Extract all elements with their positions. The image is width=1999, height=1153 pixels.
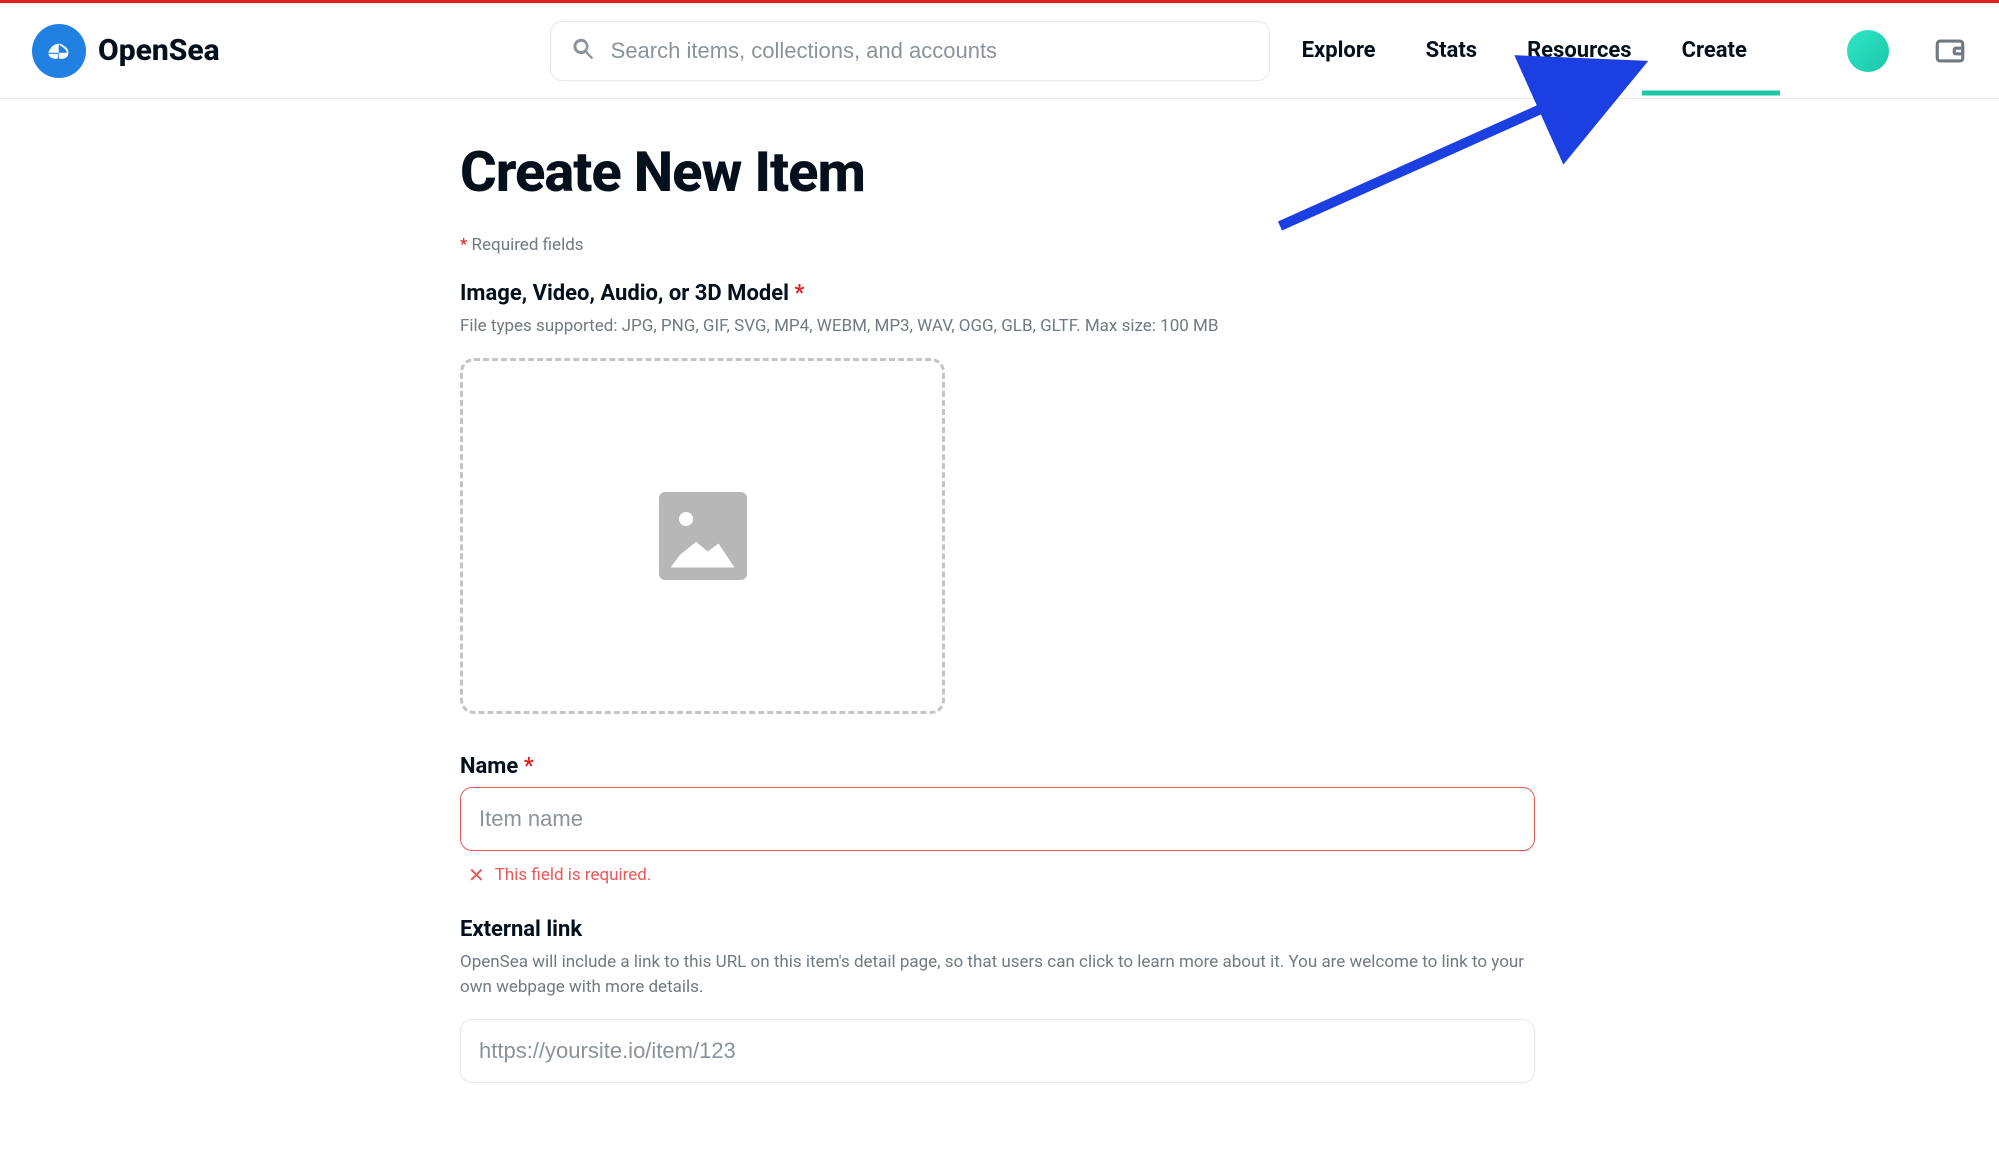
name-error-text: This field is required. bbox=[495, 865, 652, 885]
asterisk-icon: * bbox=[460, 235, 467, 255]
image-placeholder-icon bbox=[659, 492, 747, 580]
name-section: Name * ✕ This field is required. bbox=[460, 754, 1535, 887]
name-error-row: ✕ This field is required. bbox=[460, 863, 1535, 887]
nav-stats[interactable]: Stats bbox=[1426, 38, 1478, 63]
external-link-help: OpenSea will include a link to this URL … bbox=[460, 950, 1535, 1001]
asterisk-icon: * bbox=[524, 754, 534, 779]
nav-explore[interactable]: Explore bbox=[1302, 38, 1376, 63]
external-link-label: External link bbox=[460, 917, 1535, 942]
search-icon bbox=[571, 36, 597, 66]
nav-resources[interactable]: Resources bbox=[1527, 38, 1632, 63]
name-input[interactable] bbox=[460, 787, 1535, 851]
upload-dropzone[interactable] bbox=[460, 358, 945, 714]
opensea-logo-icon bbox=[32, 24, 86, 78]
avatar[interactable] bbox=[1847, 30, 1889, 72]
header-right-actions bbox=[1847, 30, 1967, 72]
brand-name: OpenSea bbox=[98, 33, 220, 68]
error-x-icon: ✕ bbox=[468, 863, 485, 887]
external-link-section: External link OpenSea will include a lin… bbox=[460, 917, 1535, 1083]
external-link-input[interactable] bbox=[460, 1019, 1535, 1083]
upload-help-text: File types supported: JPG, PNG, GIF, SVG… bbox=[460, 314, 1535, 340]
page-title: Create New Item bbox=[460, 139, 1535, 205]
search-input[interactable] bbox=[611, 38, 1249, 64]
required-fields-note: * Required fields bbox=[460, 235, 1535, 255]
asterisk-icon: * bbox=[794, 281, 804, 306]
name-label: Name * bbox=[460, 754, 1535, 779]
search-bar[interactable] bbox=[550, 21, 1270, 81]
main-header: OpenSea Explore Stats Resources Create bbox=[0, 3, 1999, 99]
upload-section: Image, Video, Audio, or 3D Model * File … bbox=[460, 281, 1535, 714]
upload-label: Image, Video, Audio, or 3D Model * bbox=[460, 281, 1535, 306]
main-nav: Explore Stats Resources Create bbox=[1302, 38, 1747, 63]
nav-create[interactable]: Create bbox=[1682, 38, 1747, 63]
brand-logo[interactable]: OpenSea bbox=[32, 24, 220, 78]
main-content: Create New Item * Required fields Image,… bbox=[460, 99, 1535, 1153]
required-fields-text: Required fields bbox=[472, 235, 584, 255]
wallet-icon[interactable] bbox=[1933, 34, 1967, 68]
